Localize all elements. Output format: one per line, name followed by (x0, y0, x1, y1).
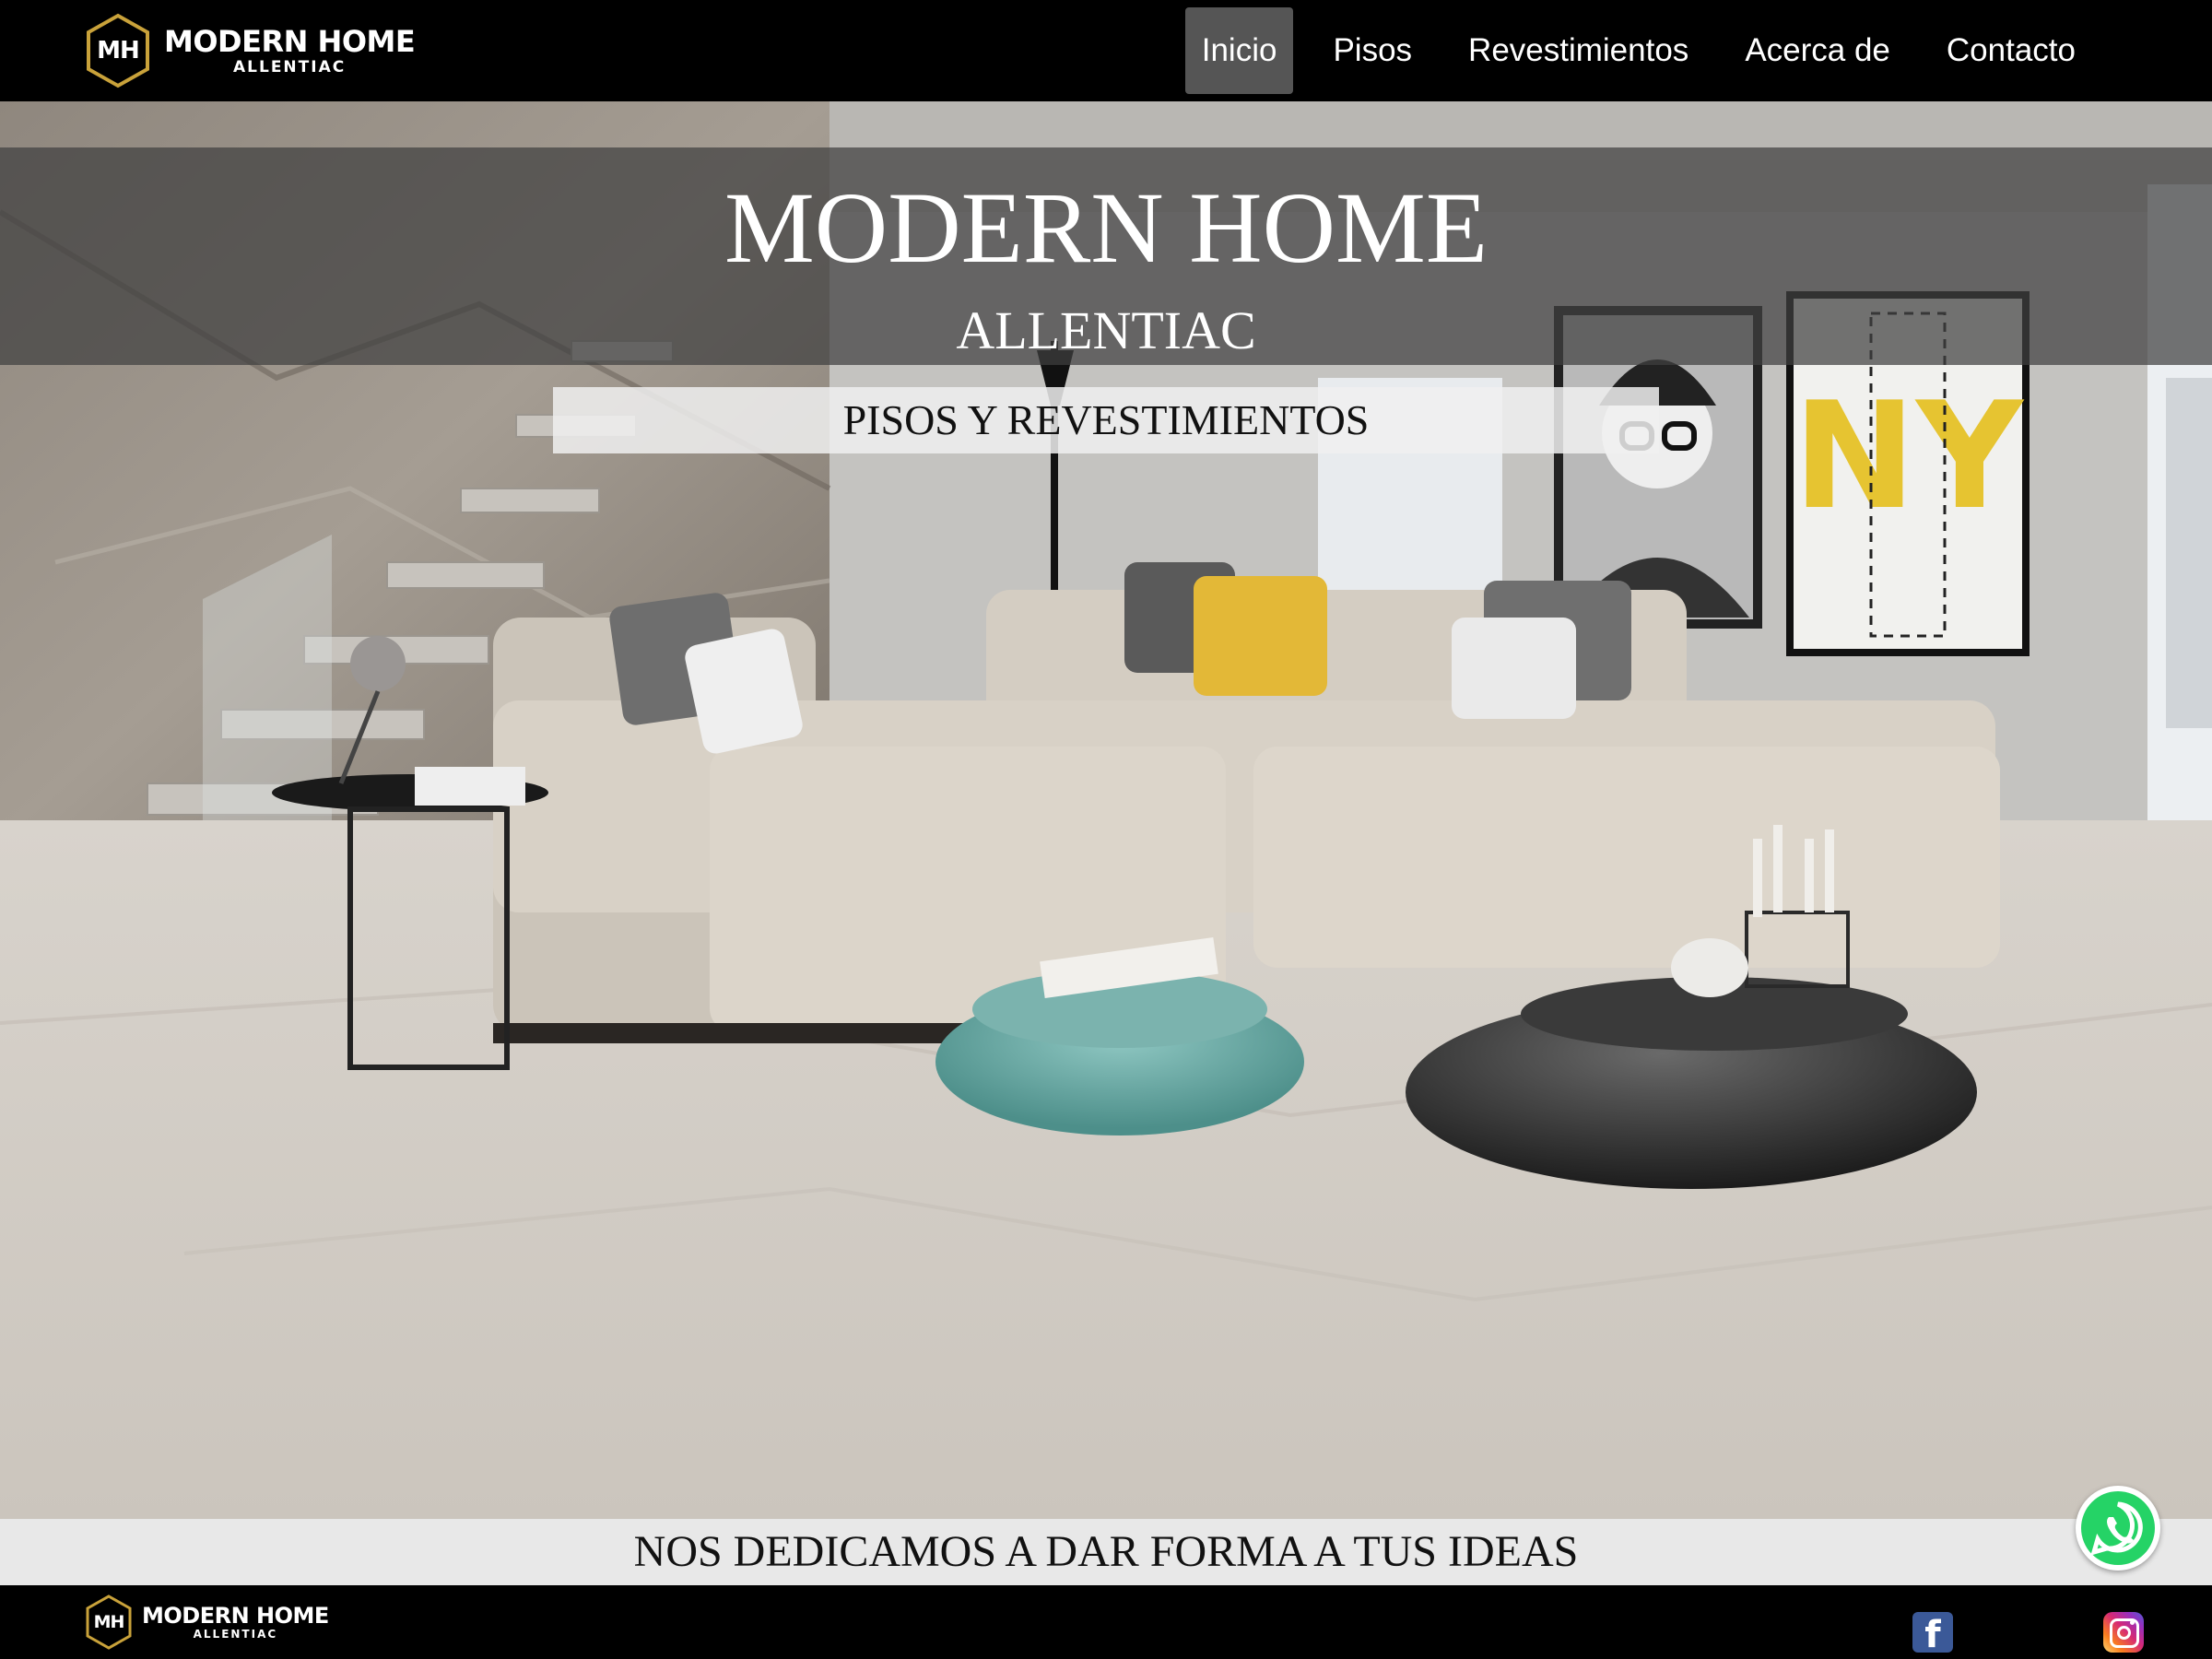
mission-text: NOS DEDICAMOS A DAR FORMA A TUS IDEAS (633, 1527, 1579, 1576)
hexagon-logo-icon: MH (85, 13, 151, 88)
logo-name: MODERN HOME (164, 24, 416, 59)
whatsapp-icon[interactable] (2076, 1486, 2160, 1571)
footer-logo-text: MODERN HOME ALLENTIAC (142, 1604, 329, 1641)
footer-logo-name: MODERN HOME (142, 1603, 329, 1629)
footer-hexagon-logo-icon: MH (85, 1594, 133, 1650)
footer: MH MODERN HOME ALLENTIAC (0, 1585, 2212, 1659)
whatsapp-badge (2081, 1491, 2155, 1565)
footer-logo-subname: ALLENTIAC (193, 1628, 278, 1641)
logo-text: MODERN HOME ALLENTIAC (164, 24, 416, 76)
instagram-lens (2117, 1626, 2131, 1640)
hero-subtitle: ALLENTIAC (956, 300, 1256, 360)
main-nav: Inicio Pisos Revestimientos Acerca de Co… (1184, 7, 2212, 94)
nav-item-pisos[interactable]: Pisos (1316, 7, 1429, 94)
logo-subname: ALLENTIAC (233, 58, 347, 76)
footer-logo[interactable]: MH MODERN HOME ALLENTIAC (85, 1594, 329, 1650)
nav-item-contacto[interactable]: Contacto (1930, 7, 2092, 94)
nav-item-revestimientos[interactable]: Revestimientos (1452, 7, 1705, 94)
brand-logo[interactable]: MH MODERN HOME ALLENTIAC (85, 9, 416, 92)
logo-monogram: MH (97, 37, 140, 65)
facebook-icon[interactable]: f (1912, 1612, 1953, 1656)
hero-title: MODERN HOME (724, 171, 1488, 284)
footer-logo-monogram: MH (93, 1612, 125, 1632)
mission-bar: NOS DEDICAMOS A DAR FORMA A TUS IDEAS (0, 1519, 2212, 1585)
instagram-icon[interactable] (2103, 1612, 2144, 1653)
whatsapp-phone-icon (2090, 1501, 2143, 1556)
hero-tagline: PISOS Y REVESTIMIENTOS (842, 396, 1370, 443)
facebook-glyph: f (1924, 1614, 1941, 1656)
hero-section: NY MODERN HOME ALLENTIAC PISOS Y REVESTI… (0, 101, 2212, 1519)
nav-item-acerca-de[interactable]: Acerca de (1728, 7, 1907, 94)
top-navbar: MH MODERN HOME ALLENTIAC Inicio Pisos Re… (0, 0, 2212, 101)
instagram-flash (2130, 1620, 2135, 1625)
nav-item-inicio[interactable]: Inicio (1184, 7, 1294, 94)
poster-text: NY (1793, 370, 2025, 542)
